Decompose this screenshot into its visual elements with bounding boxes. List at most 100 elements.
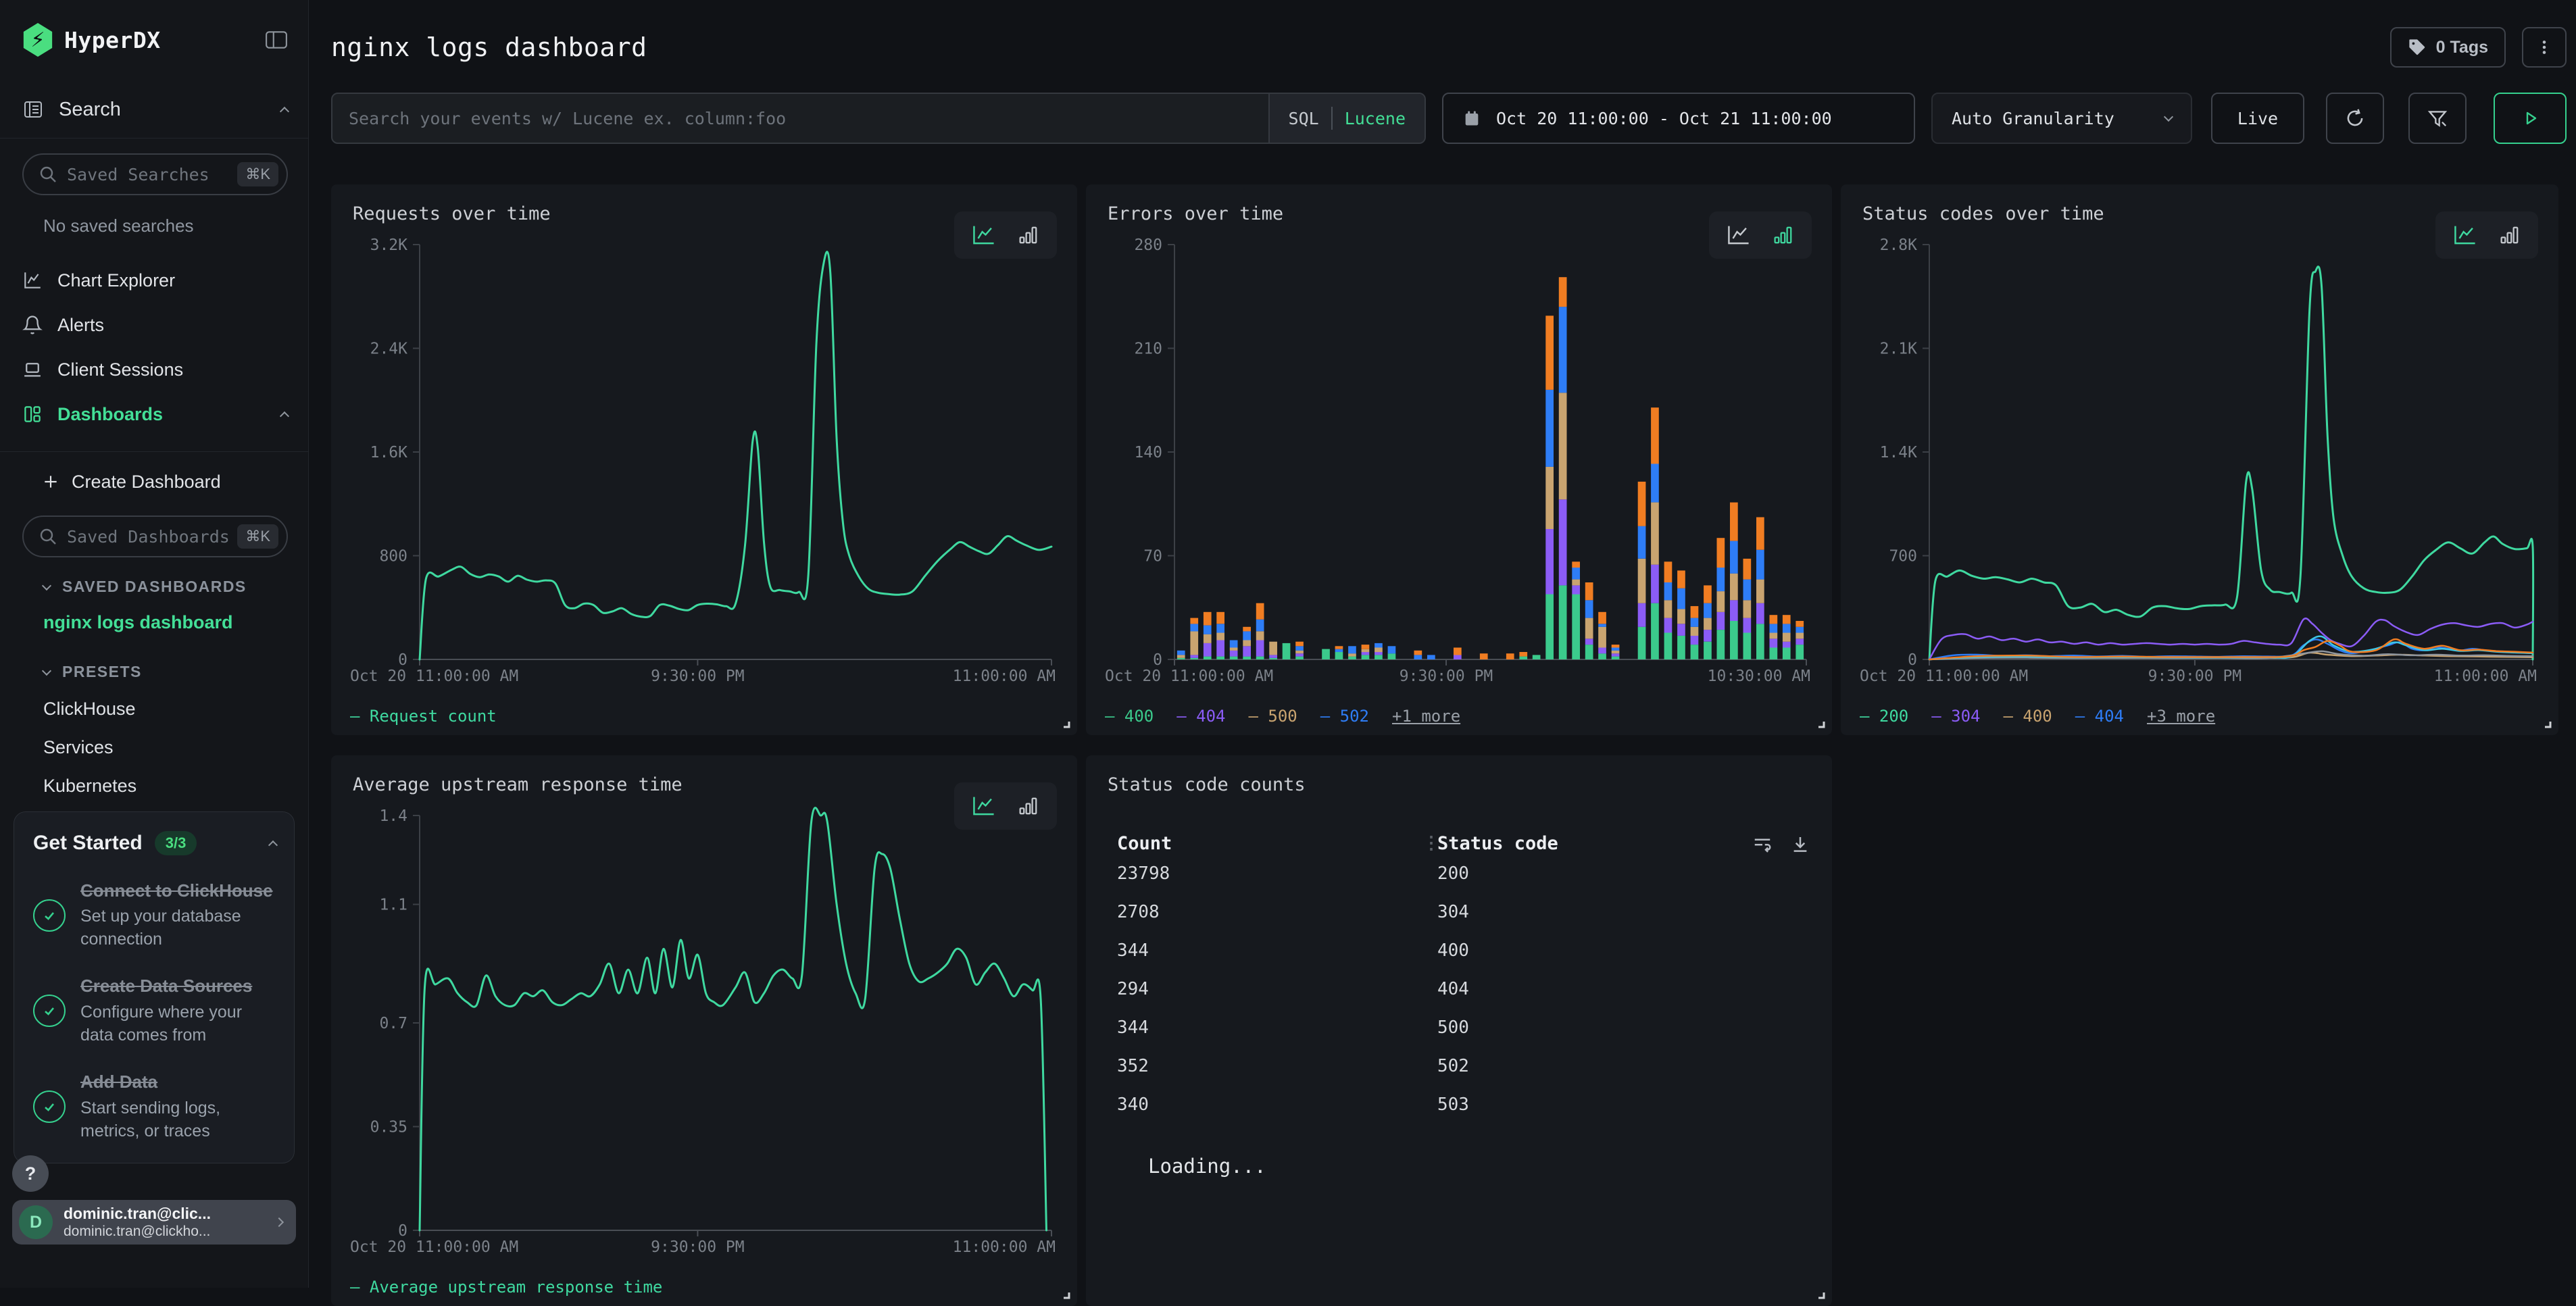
sidebar-section-search[interactable]: Search (22, 96, 288, 123)
upstream-response-chart[interactable]: 00.350.71.11.4Oct 20 11:00:00 AM9:30:00 … (349, 805, 1060, 1297)
legend-item[interactable]: — 500 (1249, 707, 1297, 726)
sidebar-item-clickhouse[interactable]: ClickHouse (43, 699, 308, 720)
requests-chart[interactable]: 08001.6K2.4K3.2KOct 20 11:00:00 AM9:30:0… (349, 234, 1060, 726)
more-options-button[interactable] (2522, 27, 2567, 68)
svg-text:700: 700 (1889, 548, 1917, 566)
sidebar-item-client-sessions[interactable]: Client Sessions (0, 347, 308, 392)
get-started-step[interactable]: Connect to ClickHouse Set up your databa… (33, 880, 276, 951)
saved-dashboards-input[interactable]: Saved Dashboards ⌘K (22, 516, 288, 557)
step-title: Connect to ClickHouse (80, 880, 273, 901)
sidebar-item-alerts[interactable]: Alerts (0, 303, 308, 347)
time-range-picker[interactable]: Oct 20 11:00:00 - Oct 21 11:00:00 (1442, 93, 1915, 144)
dashboards-icon (22, 404, 43, 424)
event-search-input[interactable]: Search your events w/ Lucene ex. column:… (331, 93, 1426, 144)
legend-item[interactable]: — 400 (2004, 707, 2052, 726)
query-language-toggle[interactable]: SQL Lucene (1268, 94, 1425, 143)
table-row[interactable]: 344500 (1104, 1008, 1814, 1047)
status-plot-area[interactable]: 07001.4K2.1K2.8K (1858, 234, 2541, 666)
svg-text:210: 210 (1134, 341, 1162, 358)
legend-item[interactable]: — 502 (1320, 707, 1369, 726)
table-row[interactable]: 2708304 (1104, 893, 1814, 931)
granularity-select[interactable]: Auto Granularity (1931, 93, 2192, 144)
step-description: Configure where your data comes from (80, 1001, 276, 1047)
x-axis-label: Oct 20 11:00:00 AM (350, 1238, 518, 1256)
presets-header[interactable]: PRESETS (43, 663, 308, 681)
sidebar-item-chart-explorer[interactable]: Chart Explorer (0, 258, 308, 303)
svg-text:1.1: 1.1 (379, 897, 407, 914)
cell-count: 294 (1117, 979, 1437, 999)
legend-more-link[interactable]: +3 more (2147, 707, 2215, 726)
refresh-button[interactable] (2326, 93, 2384, 144)
lucene-toggle[interactable]: Lucene (1345, 109, 1406, 128)
get-started-title: Get Started (33, 832, 143, 855)
chart-legend: — Average upstream response time (349, 1278, 1060, 1297)
errors-plot-area[interactable]: 070140210280 (1104, 234, 1814, 666)
table-row[interactable]: 340503 (1104, 1085, 1814, 1124)
panel-resize-handle[interactable] (1813, 1287, 1827, 1301)
legend-item[interactable]: — 400 (1105, 707, 1154, 726)
chevron-up-icon[interactable] (280, 411, 289, 421)
svg-text:0.7: 0.7 (379, 1015, 407, 1032)
brand-row: ⚡ HyperDX (0, 0, 308, 57)
sidebar-item-services[interactable]: Services (43, 737, 308, 758)
column-resize-handle[interactable]: ⋮ (1422, 838, 1437, 849)
user-menu[interactable]: D dominic.tran@clic... dominic.tran@clic… (12, 1200, 296, 1245)
chevron-up-icon[interactable] (268, 840, 278, 850)
panel-resize-handle[interactable] (2540, 716, 2553, 730)
cell-count: 340 (1117, 1095, 1437, 1115)
errors-chart[interactable]: 070140210280Oct 20 11:00:00 AM9:30:00 PM… (1104, 234, 1814, 726)
cell-status-code: 304 (1437, 902, 1469, 922)
run-query-button[interactable] (2494, 93, 2567, 144)
chart-legend: — 400 — 404 — 500 — 502 +1 more (1104, 707, 1814, 726)
tags-label: 0 Tags (2436, 38, 2488, 57)
legend-item[interactable]: — 304 (1931, 707, 1980, 726)
table-row[interactable]: 352502 (1104, 1047, 1814, 1085)
table-row[interactable]: 23798200 (1104, 854, 1814, 893)
saved-searches-placeholder: Saved Searches (67, 165, 237, 184)
live-button[interactable]: Live (2211, 93, 2304, 144)
main-content: nginx logs dashboard 0 Tags Search your … (309, 0, 2576, 1288)
legend-item[interactable]: — 404 (2075, 707, 2124, 726)
cell-status-code: 404 (1437, 979, 1469, 999)
x-axis-labels: Oct 20 11:00:00 AM9:30:00 PM11:00:00 AM (349, 668, 1060, 690)
get-started-step[interactable]: Create Data Sources Configure where your… (33, 975, 276, 1047)
legend-item[interactable]: — 404 (1176, 707, 1225, 726)
sidebar-item-kubernetes[interactable]: Kubernetes (43, 776, 308, 797)
status-codes-chart[interactable]: 07001.4K2.1K2.8KOct 20 11:00:00 AM9:30:0… (1858, 234, 2541, 726)
x-axis-label: Oct 20 11:00:00 AM (350, 668, 518, 685)
saved-dashboards-header[interactable]: SAVED DASHBOARDS (43, 578, 308, 596)
saved-searches-input[interactable]: Saved Searches ⌘K (22, 153, 288, 195)
chevron-up-icon[interactable] (280, 107, 289, 116)
requests-plot-area[interactable]: 08001.6K2.4K3.2K (349, 234, 1060, 666)
get-started-step[interactable]: Add Data Start sending logs, metrics, or… (33, 1071, 276, 1142)
svg-text:0: 0 (1153, 651, 1162, 666)
legend-item[interactable]: — 200 (1860, 707, 1908, 726)
panel-resize-handle[interactable] (1058, 1287, 1072, 1301)
sidebar-item-dashboards[interactable]: Dashboards (0, 392, 308, 436)
table-row[interactable]: 294404 (1104, 970, 1814, 1008)
table-row[interactable]: 344400 (1104, 931, 1814, 970)
sql-toggle[interactable]: SQL (1289, 109, 1319, 128)
filter-button[interactable] (2408, 93, 2467, 144)
legend-item[interactable]: — Average upstream response time (350, 1278, 662, 1297)
legend-more-link[interactable]: +1 more (1392, 707, 1460, 726)
wrap-rows-icon[interactable] (1752, 834, 1773, 854)
column-header-status-code[interactable]: Status code (1437, 833, 1752, 854)
column-header-count[interactable]: Count (1117, 833, 1422, 854)
sidebar-item-nginx-logs-dashboard[interactable]: nginx logs dashboard (43, 612, 308, 633)
download-icon[interactable] (1790, 834, 1810, 854)
help-button[interactable]: ? (12, 1155, 49, 1192)
page-title[interactable]: nginx logs dashboard (331, 32, 647, 62)
svg-text:0: 0 (398, 651, 407, 666)
tags-button[interactable]: 0 Tags (2390, 27, 2506, 68)
x-axis-label: 9:30:00 PM (1400, 668, 1493, 685)
upstream-plot-area[interactable]: 00.350.71.11.4 (349, 805, 1060, 1237)
panel-resize-handle[interactable] (1813, 716, 1827, 730)
collapse-sidebar-icon[interactable] (265, 30, 288, 50)
brand-name[interactable]: HyperDX (64, 27, 161, 53)
create-dashboard-button[interactable]: Create Dashboard (0, 463, 308, 501)
legend-item[interactable]: — Request count (350, 707, 497, 726)
table-header: Count ⋮ Status code (1104, 833, 1814, 854)
panel-resize-handle[interactable] (1058, 716, 1072, 730)
cell-count: 344 (1117, 940, 1437, 961)
